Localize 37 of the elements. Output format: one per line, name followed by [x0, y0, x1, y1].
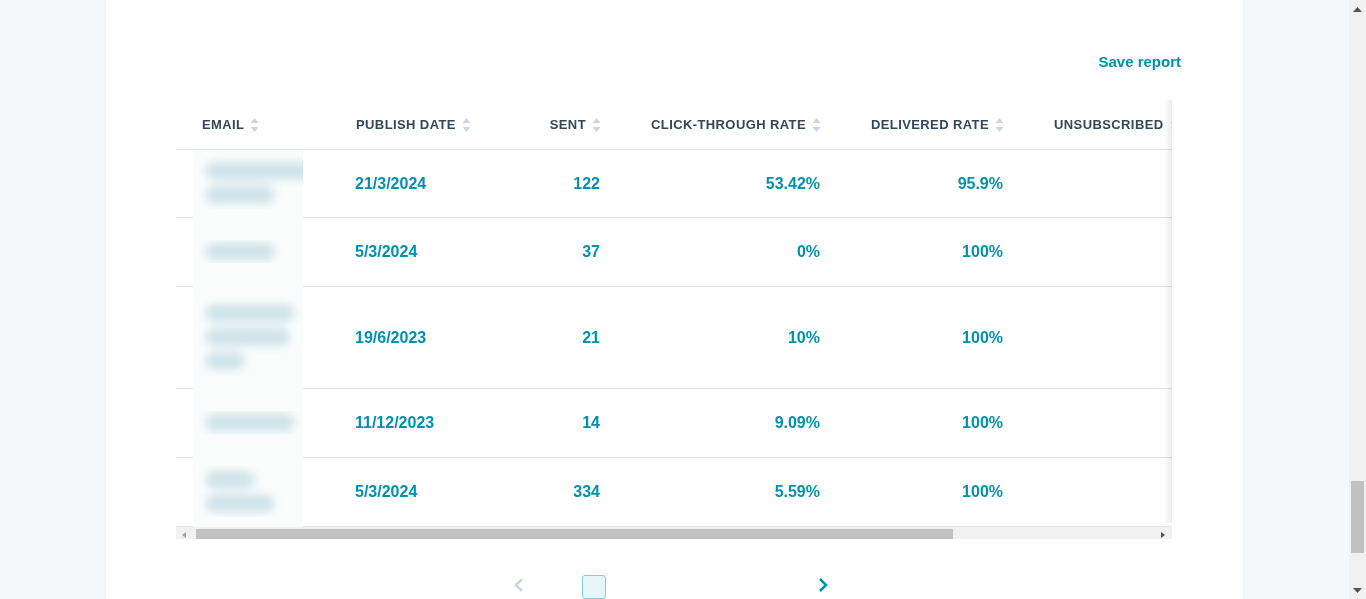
column-header[interactable]: UNSUBSCRIBED: [1054, 117, 1164, 132]
table-cell[interactable]: 21/3/2024: [355, 174, 427, 193]
scroll-up-icon[interactable]: [1353, 6, 1362, 12]
table-cell: 10%: [787, 328, 820, 347]
table-cell: 21: [582, 328, 600, 347]
table-cell[interactable]: 5/3/2024: [355, 243, 418, 261]
table-cell: 100%: [962, 243, 1003, 261]
table-cell: 5.59%: [774, 483, 820, 501]
scroll-down-icon[interactable]: [1353, 588, 1362, 594]
table-cell: 334: [573, 483, 600, 501]
table-cell: 122: [573, 174, 600, 193]
scroll-left-icon[interactable]: [180, 531, 188, 539]
table-cell: 0%: [796, 243, 820, 261]
table-cell: 100%: [962, 328, 1003, 347]
save-report-link[interactable]: Save report: [1098, 53, 1181, 70]
table-cell: 14: [582, 414, 600, 432]
table-cell[interactable]: 19/6/2023: [355, 328, 427, 347]
scrollbar-thumb[interactable]: [196, 529, 953, 539]
column-header[interactable]: DELIVERED RATE: [870, 117, 989, 132]
column-header[interactable]: PUBLISH DATE: [356, 117, 456, 132]
table-cell: 100%: [962, 414, 1003, 432]
table-cell: 100%: [962, 483, 1003, 501]
table-cell[interactable]: 5/3/2024: [355, 483, 418, 501]
table-cell[interactable]: 11/12/2023: [355, 414, 435, 432]
table-cell: 95.9%: [957, 174, 1003, 193]
column-header[interactable]: EMAIL: [202, 117, 245, 132]
table-cell: 53.42%: [765, 174, 820, 193]
column-header[interactable]: CLICK-THROUGH RATE: [651, 117, 806, 132]
table-cell: 9.09%: [774, 414, 820, 432]
table-cell: 37: [582, 243, 600, 261]
column-header[interactable]: SENT: [549, 117, 586, 132]
scrollbar-thumb[interactable]: [1351, 481, 1364, 553]
horizontal-scrollbar[interactable]: [176, 527, 1172, 539]
vertical-scrollbar[interactable]: [1349, 0, 1366, 599]
current-page-button[interactable]: [582, 575, 606, 599]
scroll-right-icon[interactable]: [1159, 531, 1167, 539]
next-page-icon[interactable]: [818, 578, 828, 592]
